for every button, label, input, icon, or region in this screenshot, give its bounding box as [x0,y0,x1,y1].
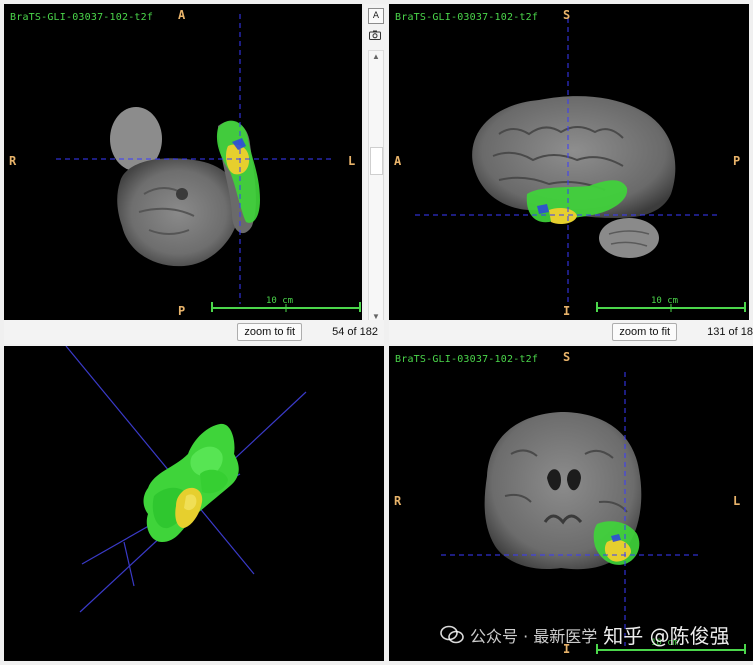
axial-view[interactable]: BraTS-GLI-03037-102-t2f A R L P 10 cm [4,4,362,320]
watermark: 公众号 · 最新医学 知乎 @陈俊强 [440,620,730,649]
coronal-scan-title: BraTS-GLI-03037-102-t2f [395,354,539,365]
sagittal-zoom-to-fit-button[interactable]: zoom to fit [612,323,678,341]
axial-scan-title: BraTS-GLI-03037-102-t2f [10,12,154,23]
sagittal-image [415,18,746,312]
sagittal-scan-title: BraTS-GLI-03037-102-t2f [395,12,539,23]
sagittal-label-top: S [563,8,571,22]
tumor-3d-surface [143,423,239,542]
watermark-author: 知乎 @陈俊强 [603,624,730,648]
sagittal-view[interactable]: BraTS-GLI-03037-102-t2f S A P I 10 cm [389,4,749,320]
annotate-button[interactable]: A [368,8,384,24]
sagittal-label-bottom: I [563,304,571,318]
scroll-up-arrow[interactable]: ▲ [369,51,383,63]
scroll-thumb[interactable] [370,147,383,175]
coronal-view[interactable]: BraTS-GLI-03037-102-t2f S R L I 10 cm [389,346,753,661]
sagittal-label-left: A [394,154,402,168]
axial-zoom-to-fit-button[interactable]: zoom to fit [237,323,303,341]
coronal-label-right: L [733,494,741,508]
coronal-image [441,372,746,654]
sagittal-statusbar: zoom to fit 131 of 18 [389,320,753,344]
slice-scrollbar[interactable]: ▲ ▼ [368,50,384,324]
sagittal-cerebellum [599,218,659,258]
axial-brainstem [117,158,241,267]
coronal-label-top: S [563,350,571,364]
render-3d-image [65,346,307,613]
axial-scale-label: 10 cm [266,296,294,306]
axial-label-top: A [178,8,186,22]
axial-label-bottom: P [178,304,186,318]
sagittal-label-right: P [733,154,741,168]
axial-label-right: L [348,154,356,168]
camera-icon[interactable] [368,28,382,42]
axial-image [56,14,361,312]
axial-toolbar: A ▲ ▼ [364,4,388,324]
watermark-channel: 公众号 · 最新医学 [470,626,598,646]
sagittal-scale-label: 10 cm [651,296,679,306]
axial-slice-counter: 54 of 182 [332,326,378,338]
render-3d-view[interactable] [4,346,384,661]
sagittal-slice-counter: 131 of 18 [707,326,753,338]
coronal-label-left: R [394,494,402,508]
axial-label-left: R [9,154,17,168]
axial-statusbar: zoom to fit 54 of 182 [4,320,384,344]
wechat-icon [440,625,464,643]
